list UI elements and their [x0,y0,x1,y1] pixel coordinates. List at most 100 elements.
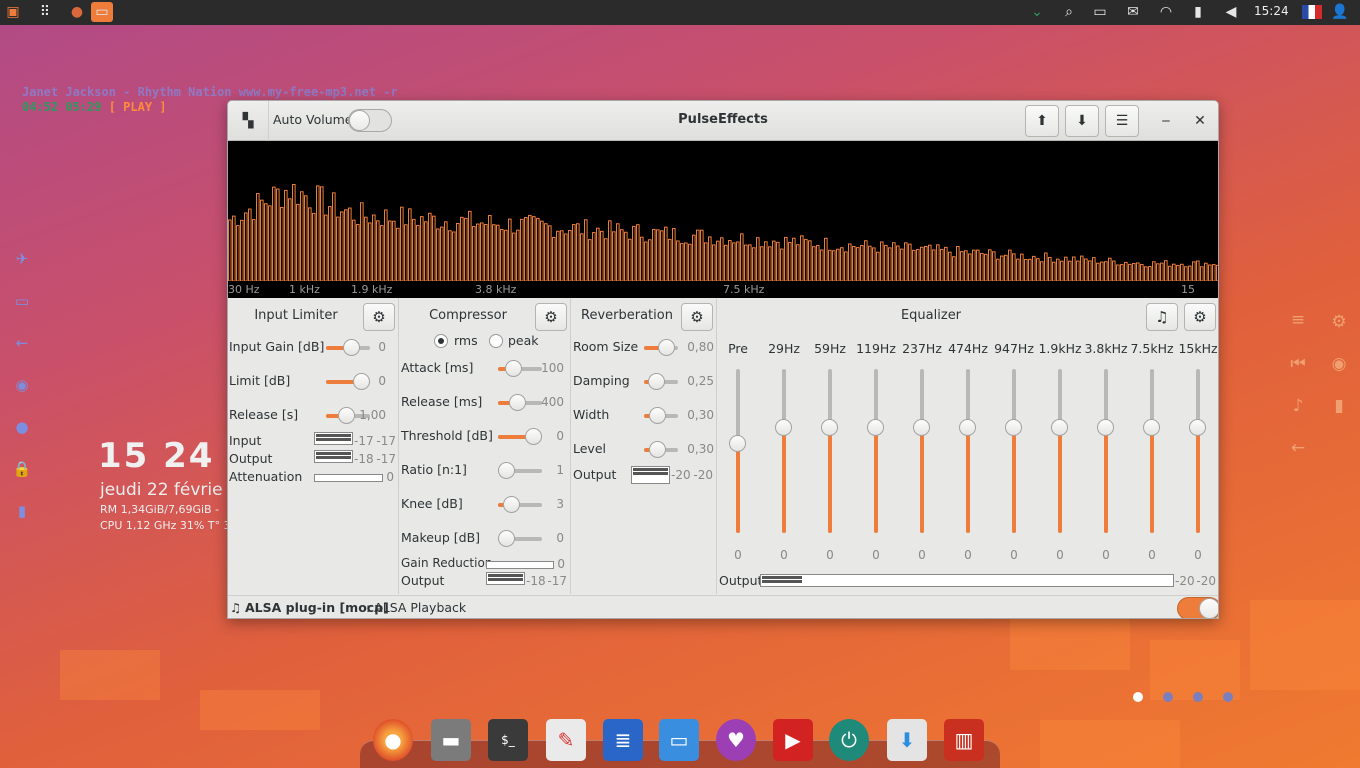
eq-band-value: 0 [734,548,742,562]
attenuation-value: 0 [386,470,394,484]
workspace-4[interactable] [1223,692,1233,702]
software-update-icon[interactable]: ⏻ [829,719,869,761]
reverberation-level-slider[interactable] [644,441,678,458]
slider-thumb[interactable] [821,419,838,436]
battery-icon[interactable]: ▮ [1189,3,1207,21]
chart-icon[interactable]: ▮ [12,501,32,521]
slider-thumb[interactable] [658,339,675,356]
slider-thumb[interactable] [498,530,515,547]
spectrum-bar [1076,260,1080,281]
peak-radio[interactable] [489,334,503,348]
slider-thumb[interactable] [1051,419,1068,436]
slider-thumb[interactable] [729,435,746,452]
bar-chart-icon[interactable]: ▮ [1328,395,1350,417]
firefox-icon[interactable]: ● [68,3,86,21]
writer-icon[interactable]: ≣ [603,719,643,761]
slider-thumb[interactable] [913,419,930,436]
chevron-down-icon[interactable]: ⌄ [1028,3,1046,21]
terminal-icon[interactable]: $_ [488,719,528,761]
eq-band-slider[interactable] [1097,369,1114,533]
music-note-icon[interactable]: ♪ [1287,395,1309,417]
eq-band-slider[interactable] [913,369,930,533]
eq-band-slider[interactable] [867,369,884,533]
compressor-settings-gear-icon[interactable]: ⚙ [535,303,567,331]
apps-grid-icon[interactable]: ⠿ [36,3,54,21]
skip-back-icon[interactable]: ⏮ [1287,353,1309,375]
files-icon[interactable]: ▬ [431,719,471,761]
cheese-icon[interactable]: ♥ [716,719,756,761]
wifi-icon[interactable]: ◠ [1157,3,1175,21]
compressor-threshold-db-value: 0 [556,429,564,443]
equalizer-settings-gear-icon[interactable]: ⚙ [1184,303,1216,331]
slider-thumb[interactable] [498,462,515,479]
globe-icon[interactable]: ● [12,417,32,437]
eq-band-slider[interactable] [1005,369,1022,533]
screen-icon[interactable]: ▭ [12,291,32,311]
eq-band-slider[interactable] [775,369,792,533]
spectrum-bar [528,214,532,281]
slider-thumb[interactable] [775,419,792,436]
window-icon[interactable]: ▭ [91,2,113,22]
reverberation-room-size-slider[interactable] [644,339,678,356]
spectrum-bar [328,206,332,281]
close-icon[interactable]: ✕ [1183,105,1217,137]
airplane-icon[interactable]: ✈ [12,249,32,269]
upload-icon[interactable]: ⬆ [1025,105,1059,137]
spectrum-bar [1048,257,1052,281]
spectrum-bar [1060,260,1064,281]
firefox-icon[interactable]: ● [373,719,413,761]
youtube-icon[interactable]: ▶ [773,719,813,761]
slider-thumb[interactable] [503,496,520,513]
eq-band-slider[interactable] [1189,369,1206,533]
eq-band-slider[interactable] [729,369,746,533]
slider-thumb[interactable] [1097,419,1114,436]
workspace-2[interactable] [1163,692,1173,702]
slider-thumb[interactable] [1143,419,1160,436]
spectrum-bar [660,230,664,281]
eq-band-slider[interactable] [1143,369,1160,533]
eq-band-slider[interactable] [959,369,976,533]
slider-thumb[interactable] [1189,419,1206,436]
display-icon[interactable]: ▭ [1091,3,1109,21]
workspace-1[interactable] [1133,692,1143,702]
input-limiter-settings-gear-icon[interactable]: ⚙ [363,303,395,331]
reverberation-width-slider[interactable] [644,407,678,424]
app-menu-icon[interactable]: ▣ [4,3,22,21]
slider-thumb[interactable] [1005,419,1022,436]
menu-icon[interactable]: ☰ [1105,105,1139,137]
slider-thumb[interactable] [649,441,666,458]
slider-thumb[interactable] [648,373,665,390]
download-icon[interactable]: ⬇ [1065,105,1099,137]
eq-band-slider[interactable] [821,369,838,533]
arrow-left-icon[interactable]: ← [12,333,32,353]
stream-enable-switch[interactable] [1177,597,1218,618]
lock-icon[interactable]: 🔒 [12,459,32,479]
french-flag-icon[interactable] [1302,5,1322,19]
menu-icon[interactable]: ≡ [1287,309,1309,331]
slider-thumb[interactable] [959,419,976,436]
slider-thumb[interactable] [649,407,666,424]
downloads-icon[interactable]: ⬇ [887,719,927,761]
reverberation-damping-slider[interactable] [644,373,678,390]
reverberation-settings-gear-icon[interactable]: ⚙ [681,303,713,331]
user-icon[interactable]: 👤 [1331,3,1349,21]
workspace-3[interactable] [1193,692,1203,702]
eq-band-slider[interactable] [1051,369,1068,533]
search-icon[interactable]: ⌕ [1060,3,1078,21]
screenshot-icon[interactable]: ▭ [659,719,699,761]
mail-icon[interactable]: ✉ [1124,3,1142,21]
mask-icon[interactable]: ◉ [12,375,32,395]
arrow-left-icon[interactable]: ← [1287,437,1309,459]
panel-clock[interactable]: 15:24 [1254,4,1289,18]
text-editor-icon[interactable]: ✎ [546,719,586,761]
eye-icon[interactable]: ◉ [1328,353,1350,375]
music-note-icon[interactable]: ♫ [1146,303,1178,331]
minimize-icon[interactable]: ‒ [1149,105,1183,137]
slider-thumb[interactable] [867,419,884,436]
trash-icon[interactable]: ▥ [944,719,984,761]
spectrum-bar [1172,263,1176,281]
slider-thumb[interactable] [505,360,522,377]
rms-radio[interactable] [434,334,448,348]
volume-icon[interactable]: ◀ [1222,3,1240,21]
gear-icon[interactable]: ⚙ [1328,311,1350,333]
